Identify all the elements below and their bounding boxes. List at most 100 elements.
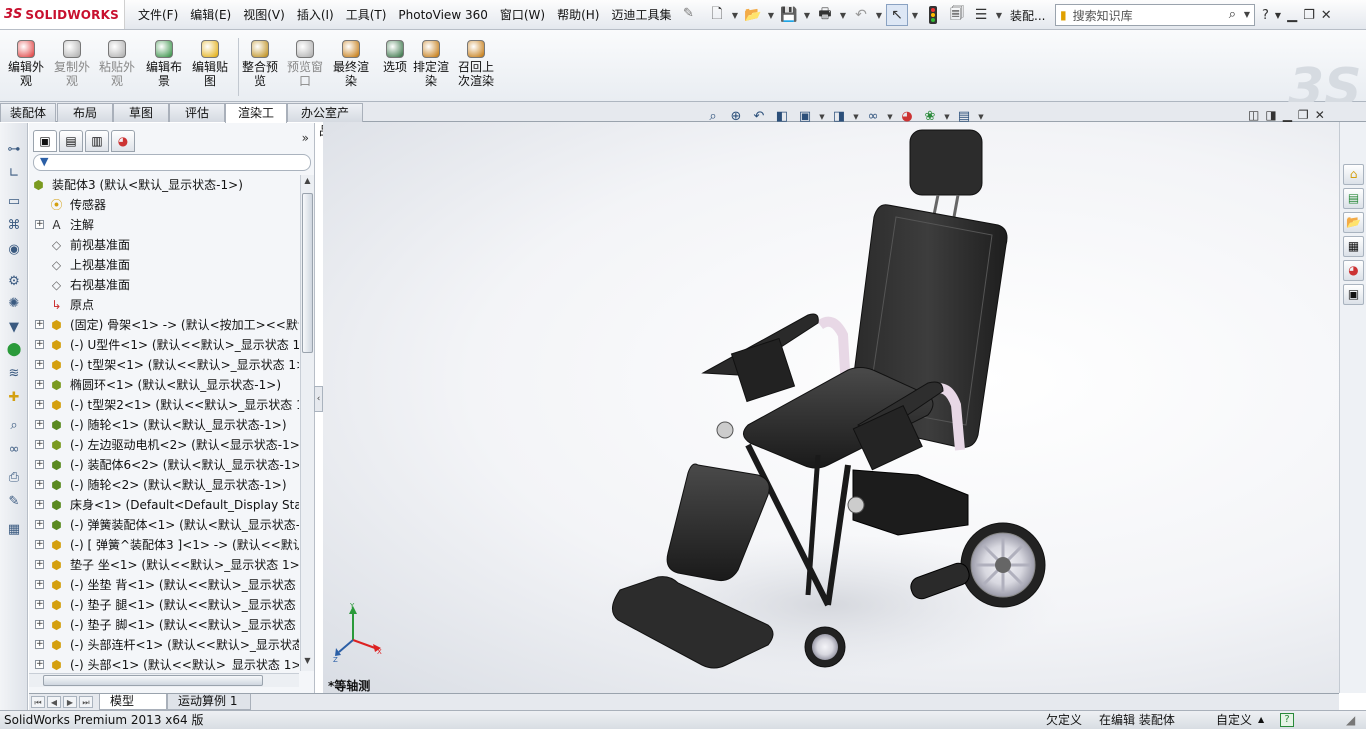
help-dropdown-icon[interactable]: ▼	[1275, 11, 1281, 20]
ribbon-button[interactable]: 复制外观	[50, 40, 94, 88]
settings-gear-icon[interactable]: ✺	[5, 295, 23, 313]
tree-item[interactable]: ⦿ 传感器	[29, 195, 299, 215]
tree-item[interactable]: ◇ 右视基准面	[29, 275, 299, 295]
command-tab[interactable]: 渲染工具	[225, 103, 287, 138]
zoom-to-fit-icon[interactable]: ⌕	[703, 107, 723, 127]
tree-item[interactable]: + ⬢ (-) 左边驱动电机<2> (默认<显示状态-1>)	[29, 435, 299, 455]
expand-icon[interactable]: +	[35, 460, 44, 469]
last-tab-icon[interactable]: ⏭	[79, 696, 93, 708]
menu-item[interactable]: 工具(T)	[340, 6, 393, 23]
view-orientation-icon[interactable]: ▣	[795, 107, 815, 127]
menu-item[interactable]: 迈迪工具集	[605, 6, 677, 23]
tree-item[interactable]: + ⬢ (-) 头部<1> (默认<<默认>_显示状态 1>)	[29, 655, 299, 671]
tree-item[interactable]: + ⬢ (-) 坐垫 背<1> (默认<<默认>_显示状态 1	[29, 575, 299, 595]
display-manager-tab-icon[interactable]: ◕	[111, 130, 135, 152]
tree-item[interactable]: + ⬢ (固定) 骨架<1> -> (默认<按加工><<默认	[29, 315, 299, 335]
select-pointer-icon[interactable]: ↖	[886, 4, 908, 26]
expand-icon[interactable]: +	[35, 580, 44, 589]
calculator-icon[interactable]: ▦	[5, 521, 23, 539]
tree-item[interactable]: ⬢ 装配体3 (默认<默认_显示状态-1>)	[29, 175, 299, 195]
expand-icon[interactable]: +	[35, 440, 44, 449]
undo-dropdown-icon[interactable]: ▼	[874, 4, 884, 26]
binoculars-icon[interactable]: ∞	[5, 441, 23, 459]
command-tab[interactable]: 布局	[57, 103, 113, 122]
hscroll-thumb[interactable]	[43, 675, 263, 686]
display-style-icon[interactable]: ◨	[829, 107, 849, 127]
expand-icon[interactable]: +	[35, 420, 44, 429]
view-palette-icon[interactable]: ▦	[1343, 236, 1364, 257]
tree-item[interactable]: + ⬢ (-) [ 弹簧^装配体3 ]<1> -> (默认<<默认:	[29, 535, 299, 555]
expand-icon[interactable]: +	[35, 640, 44, 649]
search-dropdown-icon[interactable]: ▼	[1244, 10, 1250, 19]
gear-icon[interactable]: ⚙	[5, 273, 23, 291]
smart-dimension-icon[interactable]: ∟	[5, 165, 23, 183]
solidworks-logo[interactable]: 3S SOLIDWORKS	[0, 0, 125, 29]
expand-icon[interactable]: +	[35, 620, 44, 629]
expand-icon[interactable]: +	[35, 220, 44, 229]
expand-icon[interactable]: +	[35, 320, 44, 329]
new-dropdown-icon[interactable]: ▼	[730, 4, 740, 26]
menu-item[interactable]: 视图(V)	[237, 6, 291, 23]
pin-menu-icon[interactable]: ✎	[683, 6, 699, 22]
expand-icon[interactable]: +	[35, 400, 44, 409]
expand-icon[interactable]: +	[35, 340, 44, 349]
panel-collapse-handle[interactable]: ‹	[314, 386, 323, 412]
more-tabs-icon[interactable]: »	[302, 131, 309, 145]
expand-icon[interactable]: +	[35, 660, 44, 669]
tile-left-icon[interactable]: ◫	[1248, 108, 1259, 126]
tree-item[interactable]: + ⬢ 椭圆环<1> (默认<默认_显示状态-1>)	[29, 375, 299, 395]
doc-minimize-icon[interactable]: ▁	[1283, 108, 1292, 126]
menu-item[interactable]: 帮助(H)	[551, 6, 605, 23]
file-explorer-icon[interactable]: 📂	[1343, 212, 1364, 233]
apply-scene-icon[interactable]: ❀	[920, 107, 940, 127]
ribbon-button[interactable]: 整合预览	[238, 40, 282, 88]
menu-item[interactable]: PhotoView 360	[392, 8, 493, 22]
open-dropdown-icon[interactable]: ▼	[766, 4, 776, 26]
rebuild-traffic-light-icon[interactable]	[922, 4, 944, 26]
select-dropdown-icon[interactable]: ▼	[910, 4, 920, 26]
previous-view-icon[interactable]: ↶	[749, 107, 769, 127]
section-view-icon[interactable]: ◧	[772, 107, 792, 127]
units-arrow-icon[interactable]: ▲	[1258, 711, 1264, 729]
tree-item[interactable]: + ⬢ (-) 随轮<1> (默认<默认_显示状态-1>)	[29, 415, 299, 435]
tree-item[interactable]: + A 注解	[29, 215, 299, 235]
print-icon[interactable]: 🖶	[814, 4, 836, 26]
expand-icon[interactable]: +	[35, 380, 44, 389]
wheelchair-model[interactable]	[598, 125, 1058, 685]
save-dropdown-icon[interactable]: ▼	[802, 4, 812, 26]
cross-icon[interactable]: ✚	[5, 389, 23, 407]
appearances-icon[interactable]: ◕	[1343, 260, 1364, 281]
command-tab[interactable]: 草图	[113, 103, 169, 122]
tree-item[interactable]: + ⬢ (-) 垫子 腿<1> (默认<<默认>_显示状态 1	[29, 595, 299, 615]
scroll-up-icon[interactable]: ▲	[302, 176, 313, 190]
prev-tab-icon[interactable]: ◀	[47, 696, 61, 708]
bottom-tab[interactable]: 运动算例 1	[167, 694, 251, 710]
hierarchy-icon[interactable]: ⌘	[5, 217, 23, 235]
expand-icon[interactable]: +	[35, 560, 44, 569]
display-style-dropdown-icon[interactable]: ▼	[852, 107, 860, 127]
command-tab[interactable]: 装配体	[0, 103, 56, 122]
tree-item[interactable]: + ⬢ (-) 垫子 脚<1> (默认<<默认>_显示状态 1	[29, 615, 299, 635]
search-knowledge-base[interactable]: ▮ 搜索知识库 ⌕ ▼	[1055, 4, 1255, 26]
tree-item[interactable]: ◇ 上视基准面	[29, 255, 299, 275]
edit-appearance-icon[interactable]: ◕	[897, 107, 917, 127]
globe-icon[interactable]: ◉	[5, 241, 23, 259]
view-settings-dropdown-icon[interactable]: ▼	[977, 107, 985, 127]
first-tab-icon[interactable]: ⏮	[31, 696, 45, 708]
tree-item[interactable]: + ⬢ (-) 装配体6<2> (默认<默认_显示状态-1>)	[29, 455, 299, 475]
save-icon[interactable]: 💾	[778, 4, 800, 26]
minimize-icon[interactable]: ▁	[1287, 8, 1297, 23]
display-icon[interactable]: ▭	[5, 193, 23, 211]
scene-dropdown-icon[interactable]: ▼	[943, 107, 951, 127]
measure-icon[interactable]: ⊶	[5, 141, 23, 159]
command-tab[interactable]: 评估	[169, 103, 225, 122]
undo-icon[interactable]: ↶	[850, 4, 872, 26]
ribbon-button[interactable]: 最终渲染	[329, 40, 373, 88]
expand-icon[interactable]: +	[35, 600, 44, 609]
spring-icon[interactable]: ≋	[5, 365, 23, 383]
tree-item[interactable]: + ⬢ 床身<1> (Default<Default_Display State	[29, 495, 299, 515]
zoom-to-area-icon[interactable]: ⊕	[726, 107, 746, 127]
doc-restore-icon[interactable]: ❐	[1298, 108, 1309, 126]
tree-item[interactable]: + ⬢ (-) U型件<1> (默认<<默认>_显示状态 1>	[29, 335, 299, 355]
design-library-icon[interactable]: ▤	[1343, 188, 1364, 209]
